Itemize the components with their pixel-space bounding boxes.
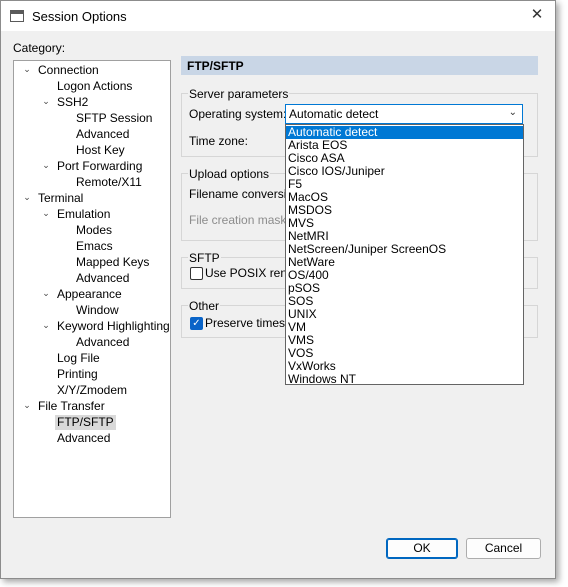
filename-conversion-label: Filename conversion [189,187,300,201]
os-option[interactable]: Cisco IOS/Juniper [286,165,523,178]
chevron-down-icon[interactable]: ⌄ [22,62,32,76]
os-option[interactable]: OS/400 [286,269,523,282]
category-label: Category: [13,41,66,55]
tree-item-file-transfer[interactable]: File Transfer [38,399,105,414]
chevron-down-icon[interactable]: ⌄ [41,286,51,300]
file-creation-mask-label: File creation mask: [189,213,290,227]
operating-system-select[interactable]: Automatic detect ⌄ [285,104,523,124]
tree-item-emacs[interactable]: Emacs [76,239,113,254]
tree-item-appearance[interactable]: Appearance [57,287,122,302]
panel-title: FTP/SFTP [187,59,244,73]
operating-system-value: Automatic detect [289,107,379,121]
server-parameters-title: Server parameters [188,87,290,101]
tree-item-keyword-advanced[interactable]: Advanced [76,335,129,350]
tree-item-xyzmodem[interactable]: X/Y/Zmodem [57,383,127,398]
sftp-title: SFTP [188,251,221,265]
os-option[interactable]: VM [286,321,523,334]
window-title: Session Options [32,9,127,24]
operating-system-label: Operating system: [189,107,287,121]
upload-options-title: Upload options [188,167,271,181]
tree-item-ftp-sftp[interactable]: FTP/SFTP [55,415,116,430]
tree-item-remote-x11[interactable]: Remote/X11 [76,175,142,190]
tree-item-terminal[interactable]: Terminal [38,191,83,206]
preserve-timestamp-checkbox[interactable]: ✓ [190,317,203,330]
tree-item-ssh2-advanced[interactable]: Advanced [76,127,129,142]
posix-rename-label[interactable]: Use POSIX renar [205,266,298,280]
tree-item-emulation[interactable]: Emulation [57,207,110,222]
session-options-dialog: Session Options ✕ Category: ⌄ Connection… [0,0,556,579]
ok-button[interactable]: OK [386,538,458,559]
chevron-down-icon[interactable]: ⌄ [22,398,32,412]
tree-item-printing[interactable]: Printing [57,367,98,382]
tree-item-emulation-advanced[interactable]: Advanced [76,271,129,286]
chevron-down-icon[interactable]: ⌄ [41,94,51,108]
tree-item-modes[interactable]: Modes [76,223,112,238]
tree-item-file-transfer-advanced[interactable]: Advanced [57,431,110,446]
chevron-down-icon[interactable]: ⌄ [41,318,51,332]
preserve-timestamp-label[interactable]: Preserve timesta [205,316,295,330]
os-option[interactable]: SOS [286,295,523,308]
other-title: Other [188,299,221,313]
tree-item-window[interactable]: Window [76,303,119,318]
chevron-down-icon[interactable]: ⌄ [509,107,517,118]
os-option[interactable]: UNIX [286,308,523,321]
close-icon[interactable]: ✕ [529,7,545,23]
tree-item-log-file[interactable]: Log File [57,351,100,366]
os-option[interactable]: Windows NT [286,373,523,386]
tree-item-sftp-session[interactable]: SFTP Session [76,111,152,126]
panel-header: FTP/SFTP [181,56,538,75]
tree-item-port-forwarding[interactable]: Port Forwarding [57,159,142,174]
cancel-button[interactable]: Cancel [466,538,541,559]
tree-item-mapped-keys[interactable]: Mapped Keys [76,255,149,270]
os-option[interactable]: MSDOS [286,204,523,217]
operating-system-dropdown-list[interactable]: Automatic detect Arista EOS Cisco ASA Ci… [285,124,524,386]
time-zone-label: Time zone: [189,134,248,148]
tree-item-ssh2[interactable]: SSH2 [57,95,88,110]
tree-item-keyword-highlighting[interactable]: Keyword Highlighting [57,319,170,334]
posix-rename-checkbox[interactable] [190,267,203,280]
window-icon [10,10,24,22]
os-option[interactable]: pSOS [286,282,523,295]
os-option[interactable]: VMS [286,334,523,347]
chevron-down-icon[interactable]: ⌄ [41,158,51,172]
category-tree[interactable]: ⌄ Connection Logon Actions ⌄ SSH2 SFTP S… [13,60,171,518]
tree-item-connection[interactable]: Connection [38,63,99,78]
tree-item-host-key[interactable]: Host Key [76,143,125,158]
chevron-down-icon[interactable]: ⌄ [22,190,32,204]
tree-item-logon-actions[interactable]: Logon Actions [57,79,132,94]
title-bar: Session Options ✕ [1,1,555,31]
chevron-down-icon[interactable]: ⌄ [41,206,51,220]
